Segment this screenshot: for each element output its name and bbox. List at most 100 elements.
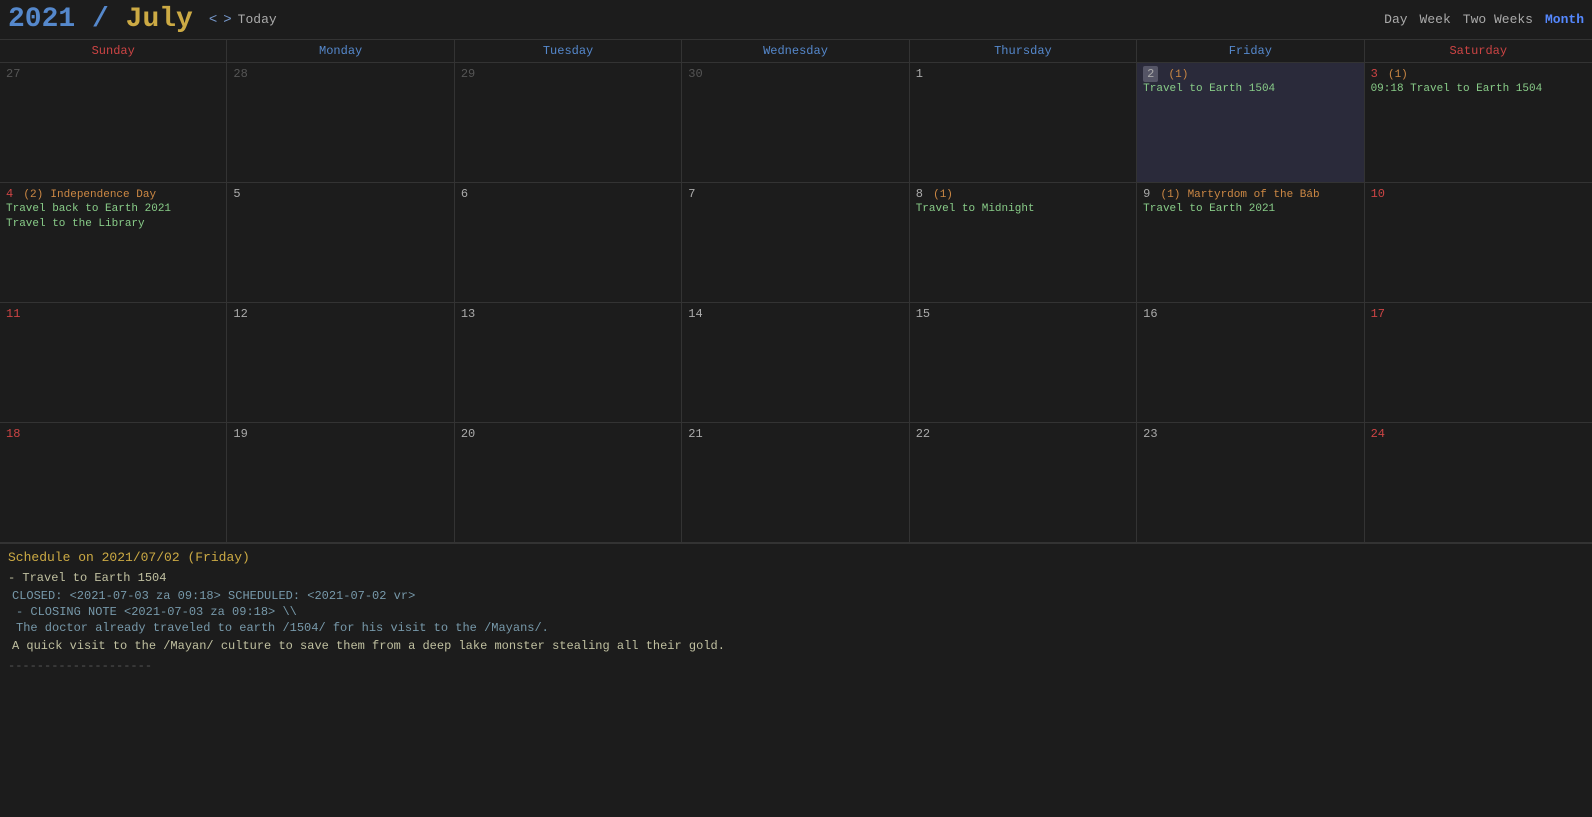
day-header-friday: Friday: [1137, 40, 1364, 62]
day-number: 21: [688, 427, 702, 441]
calendar-cell-jul2[interactable]: 2 (1) Travel to Earth 1504: [1137, 63, 1364, 183]
schedule-date: Schedule on 2021/07/02: [8, 550, 187, 565]
calendar-cell-jul18[interactable]: 18: [0, 423, 227, 543]
next-button[interactable]: >: [223, 12, 231, 28]
event-travel-back-jul4[interactable]: Travel back to Earth 2021: [6, 202, 220, 216]
view-switcher: Day Week Two Weeks Month: [1384, 12, 1584, 27]
month-label: July: [126, 4, 193, 35]
calendar-cell-jul6[interactable]: 6: [455, 183, 682, 303]
schedule-closing-note-line1: The doctor already traveled to earth /15…: [16, 621, 1584, 635]
calendar-cell-jul7[interactable]: 7: [682, 183, 909, 303]
schedule-divider: --------------------: [8, 659, 1584, 673]
calendar-cell-jul9[interactable]: 9 (1) Martyrdom of the Báb Travel to Ear…: [1137, 183, 1364, 303]
event-travel-earth-1504-jul2[interactable]: Travel to Earth 1504: [1143, 82, 1357, 96]
day-number: 18: [6, 427, 20, 441]
day-number: 11: [6, 307, 20, 321]
slash-label: /: [75, 4, 125, 35]
calendar-cell-jul14[interactable]: 14: [682, 303, 909, 423]
calendar-cell-jul17[interactable]: 17: [1365, 303, 1592, 423]
day-number: 6: [461, 187, 468, 201]
day-number: 1: [916, 67, 923, 81]
holiday-martyrdom: Martyrdom of the Báb: [1188, 189, 1320, 201]
calendar-cell-jul16[interactable]: 16: [1137, 303, 1364, 423]
calendar-cell-jul20[interactable]: 20: [455, 423, 682, 543]
day-number: 23: [1143, 427, 1157, 441]
calendar-cell-jul5[interactable]: 5: [227, 183, 454, 303]
holiday-label: Independence Day: [50, 189, 156, 201]
day-header-monday: Monday: [227, 40, 454, 62]
day-number: 30: [688, 67, 702, 81]
calendar-cell-jul12[interactable]: 12: [227, 303, 454, 423]
badi-number: (1): [1388, 69, 1408, 81]
calendar-grid: 27 28 29 30 1 2 (1) Travel to Earth 1504…: [0, 62, 1592, 543]
day-number: 24: [1371, 427, 1385, 441]
day-number: 27: [6, 67, 20, 81]
calendar-cell-jul22[interactable]: 22: [910, 423, 1137, 543]
calendar-cell-jul10[interactable]: 10: [1365, 183, 1592, 303]
calendar-cell-jul21[interactable]: 21: [682, 423, 909, 543]
calendar-cell-jul3[interactable]: 3 (1) 09:18 Travel to Earth 1504: [1365, 63, 1592, 183]
day-number: 3: [1371, 67, 1378, 81]
calendar-header: 2021 / July < > Today Day Week Two Weeks…: [0, 0, 1592, 39]
event-travel-earth-2021-jul9[interactable]: Travel to Earth 2021: [1143, 202, 1357, 216]
day-header-thursday: Thursday: [910, 40, 1137, 62]
day-number: 8: [916, 187, 923, 201]
schedule-closing-note-label: - CLOSING NOTE <2021-07-03 za 09:18> \\: [16, 605, 1584, 619]
schedule-panel: Schedule on 2021/07/02 (Friday) - Travel…: [0, 543, 1592, 679]
day-number: 10: [1371, 187, 1385, 201]
schedule-day: (Friday): [187, 550, 249, 565]
calendar-title: 2021 / July: [8, 4, 193, 35]
calendar-cell-jul8[interactable]: 8 (1) Travel to Midnight: [910, 183, 1137, 303]
day-number: 14: [688, 307, 702, 321]
event-travel-midnight-jul8[interactable]: Travel to Midnight: [916, 202, 1130, 216]
day-headers-row: Sunday Monday Tuesday Wednesday Thursday…: [0, 39, 1592, 62]
calendar-cell-jul13[interactable]: 13: [455, 303, 682, 423]
day-number: 9: [1143, 187, 1150, 201]
year-label: 2021: [8, 4, 75, 35]
day-number: 20: [461, 427, 475, 441]
day-number: 16: [1143, 307, 1157, 321]
day-number: 15: [916, 307, 930, 321]
view-week-button[interactable]: Week: [1420, 12, 1451, 27]
today-button[interactable]: Today: [238, 12, 277, 27]
badi-number: (1): [1169, 69, 1189, 81]
calendar-cell-jul1[interactable]: 1: [910, 63, 1137, 183]
badi-number: (1): [933, 189, 953, 201]
schedule-meta-closed: CLOSED: <2021-07-03 za 09:18> SCHEDULED:…: [12, 589, 1584, 603]
day-number: 7: [688, 187, 695, 201]
day-number: 29: [461, 67, 475, 81]
calendar-cell-jul19[interactable]: 19: [227, 423, 454, 543]
day-header-saturday: Saturday: [1365, 40, 1592, 62]
calendar-cell-jul15[interactable]: 15: [910, 303, 1137, 423]
calendar-cell-jun27[interactable]: 27: [0, 63, 227, 183]
schedule-item-title: - Travel to Earth 1504: [8, 571, 1584, 585]
calendar-cell-jun29[interactable]: 29: [455, 63, 682, 183]
calendar-cell-jul24[interactable]: 24: [1365, 423, 1592, 543]
view-day-button[interactable]: Day: [1384, 12, 1407, 27]
calendar-cell-jun28[interactable]: 28: [227, 63, 454, 183]
day-header-tuesday: Tuesday: [455, 40, 682, 62]
prev-button[interactable]: <: [209, 12, 217, 28]
calendar-cell-jul4[interactable]: 4 (2) Independence Day Travel back to Ea…: [0, 183, 227, 303]
day-number: 4: [6, 187, 13, 201]
day-number: 19: [233, 427, 247, 441]
day-number: 12: [233, 307, 247, 321]
event-travel-earth-1504-jul3[interactable]: 09:18 Travel to Earth 1504: [1371, 82, 1586, 96]
day-number: 28: [233, 67, 247, 81]
view-twoweeks-button[interactable]: Two Weeks: [1463, 12, 1533, 27]
schedule-title: Schedule on 2021/07/02 (Friday): [8, 550, 1584, 565]
badi-number: (1): [1161, 189, 1181, 201]
nav-controls: < > Today: [209, 12, 277, 28]
calendar-cell-jul23[interactable]: 23: [1137, 423, 1364, 543]
day-number: 5: [233, 187, 240, 201]
day-number: 17: [1371, 307, 1385, 321]
schedule-description: A quick visit to the /Mayan/ culture to …: [12, 639, 1584, 653]
calendar-cell-jun30[interactable]: 30: [682, 63, 909, 183]
view-month-button[interactable]: Month: [1545, 12, 1584, 27]
badi-number: (2): [23, 189, 43, 201]
day-header-wednesday: Wednesday: [682, 40, 909, 62]
event-travel-library-jul4[interactable]: Travel to the Library: [6, 217, 220, 231]
calendar-cell-jul11[interactable]: 11: [0, 303, 227, 423]
day-header-sunday: Sunday: [0, 40, 227, 62]
day-number: 2: [1143, 66, 1158, 82]
